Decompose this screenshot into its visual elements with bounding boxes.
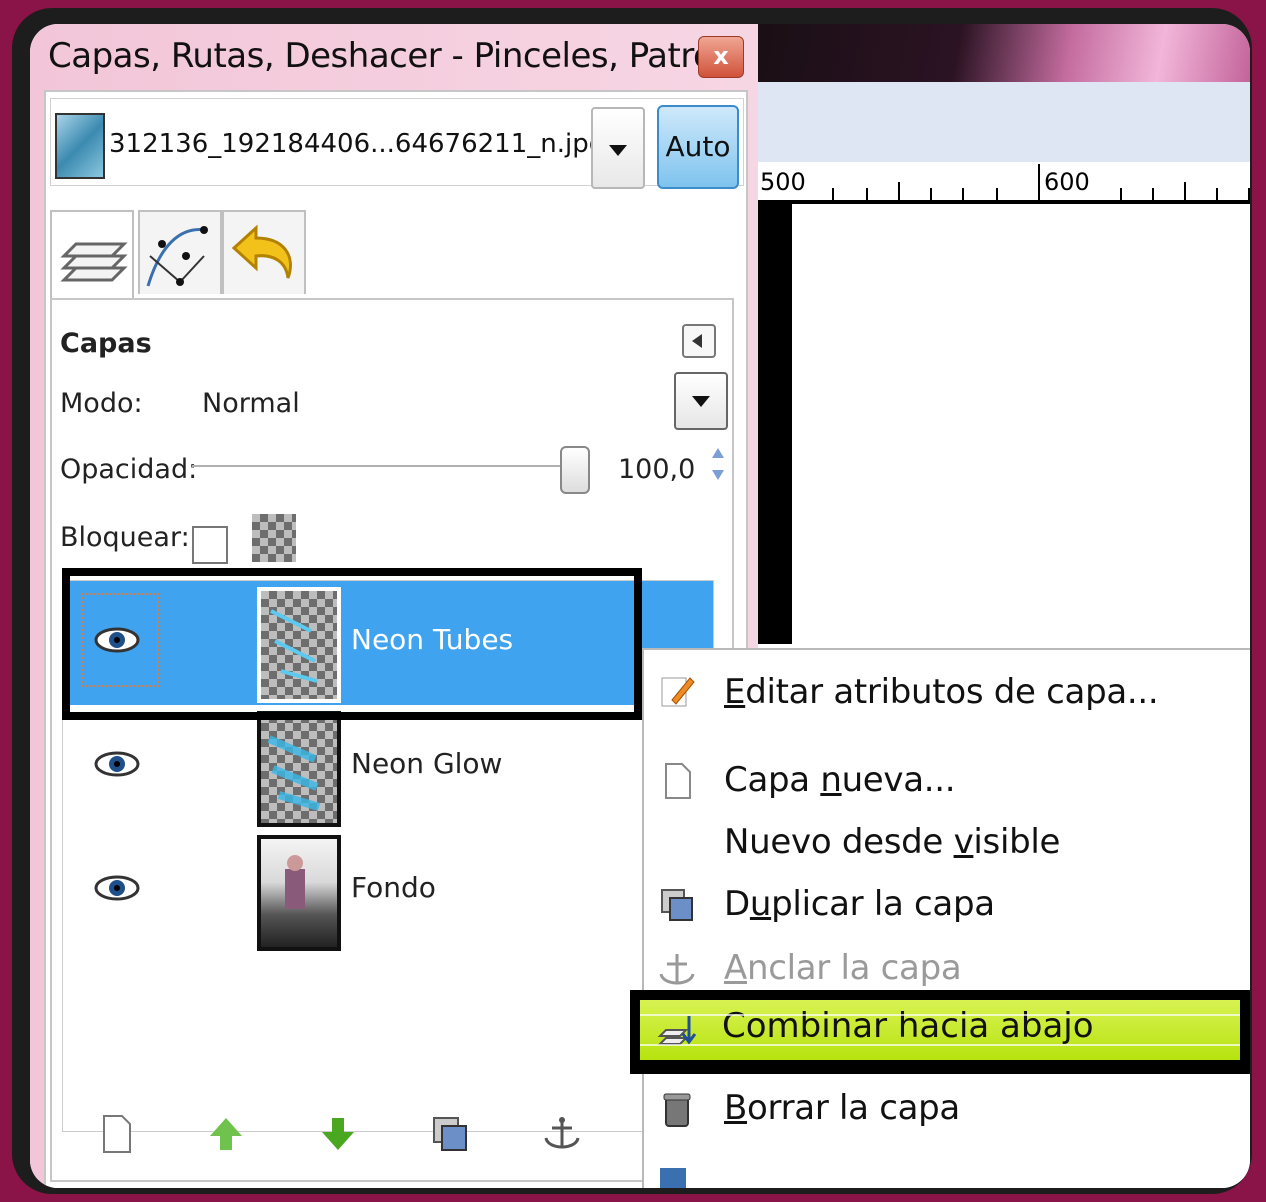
anchor-layer-icon[interactable] [542,1114,582,1154]
lower-layer-icon[interactable] [318,1114,358,1154]
undo-icon [231,224,292,279]
ruler-major-tick [1038,164,1040,200]
lock-pixels-checkbox[interactable] [192,526,228,564]
image-thumbnail [55,113,105,179]
highlight-stripe [640,1014,1240,1016]
partial-menu-icon [660,1168,686,1188]
spin-arrows-icon[interactable] [712,448,726,488]
selected-layer-highlight [62,568,642,720]
edit-icon [661,677,695,707]
new-page-icon [665,763,691,799]
layer-thumbnail [257,835,341,951]
opacity-slider[interactable] [192,465,572,467]
layer-row[interactable]: Neon Glow [63,705,713,829]
ruler-label: 600 [1044,168,1090,196]
eye-icon[interactable] [93,873,141,903]
auto-button[interactable]: Auto [657,105,739,189]
chevron-down-icon [609,145,627,156]
duplicate-layer-icon[interactable] [430,1114,470,1154]
paths-icon [146,226,208,287]
layer-context-menu: Editar atributos de capa... Capa nueva..… [642,648,1250,1188]
merge-down-label: Combinar hacia abajo [722,1006,1094,1046]
chevron-down-icon [692,396,710,407]
chevron-left-icon [692,334,702,348]
trash-icon [663,1093,691,1127]
eye-icon[interactable] [93,749,141,779]
menu-item-anchor[interactable]: Anclar la capa [724,948,962,988]
menu-item-merge-down[interactable]: Combinar hacia abajo [640,1000,1240,1060]
tab-paths[interactable] [138,210,222,294]
screen: 500 600 Capas, Rutas, Deshacer - Pincele… [30,24,1250,1188]
layer-name[interactable]: Fondo [351,871,436,904]
opacity-label: Opacidad: [60,454,198,485]
ruler-tick [832,188,834,200]
ruler-tick [1184,182,1186,200]
ruler-tick [866,188,868,200]
lock-alpha-icon[interactable] [252,514,296,562]
layer-name[interactable]: Neon Glow [351,747,502,780]
menu-item-new-from-visible[interactable]: Nuevo desde visible [724,822,1060,862]
layer-row[interactable]: Fondo [63,829,713,953]
ruler-tick [1248,188,1250,200]
ruler-tick [1216,188,1218,200]
layer-thumbnail [257,711,341,827]
opacity-slider-handle[interactable] [560,446,590,494]
panel-menu-button[interactable] [682,324,716,358]
ruler-tick [1152,188,1154,200]
tab-layers[interactable] [50,210,134,298]
lock-label: Bloquear: [60,522,190,553]
horizontal-ruler[interactable]: 500 600 [758,164,1250,204]
menu-item-duplicate[interactable]: Duplicar la capa [724,884,995,924]
image-dropdown-button[interactable] [591,107,645,189]
raise-layer-icon[interactable] [206,1114,246,1154]
mode-dropdown-button[interactable] [674,372,728,430]
close-button[interactable]: x [698,36,744,78]
image-selector[interactable]: 312136_192184406...64676211_n.jpg-5 Auto [50,98,744,189]
menu-item-delete[interactable]: Borrar la capa [724,1088,960,1128]
image-toolbar [758,82,1250,162]
duplicate-icon [661,889,693,921]
close-icon: x [713,42,729,70]
opacity-value[interactable]: 100,0 [618,454,695,485]
panel-title: Capas [60,328,152,359]
new-layer-icon[interactable] [96,1114,136,1154]
ruler-tick [898,182,900,200]
ruler-tick [930,188,932,200]
image-canvas[interactable] [792,204,1250,644]
tab-undo[interactable] [222,210,306,294]
ruler-tick [962,188,964,200]
layers-icon [60,242,128,282]
mode-value[interactable]: Normal [202,388,300,419]
ruler-label: 500 [760,168,806,196]
menu-item-new-layer[interactable]: Capa nueva... [724,760,956,800]
photo-thumb-icon [285,855,305,909]
mode-label: Modo: [60,388,143,419]
ruler-tick [996,188,998,200]
dock-title: Capas, Rutas, Deshacer - Pinceles, Patro… [48,36,744,76]
ruler-tick [1120,188,1122,200]
menu-item-edit-attributes[interactable]: Editar atributos de capa... [724,672,1159,712]
image-name: 312136_192184406...64676211_n.jpg-5 [109,129,632,159]
highlight-stripe [640,1044,1240,1046]
neon-glow-thumb-icon [267,735,321,811]
anchor-icon [659,954,695,985]
canvas-background [758,24,1250,84]
